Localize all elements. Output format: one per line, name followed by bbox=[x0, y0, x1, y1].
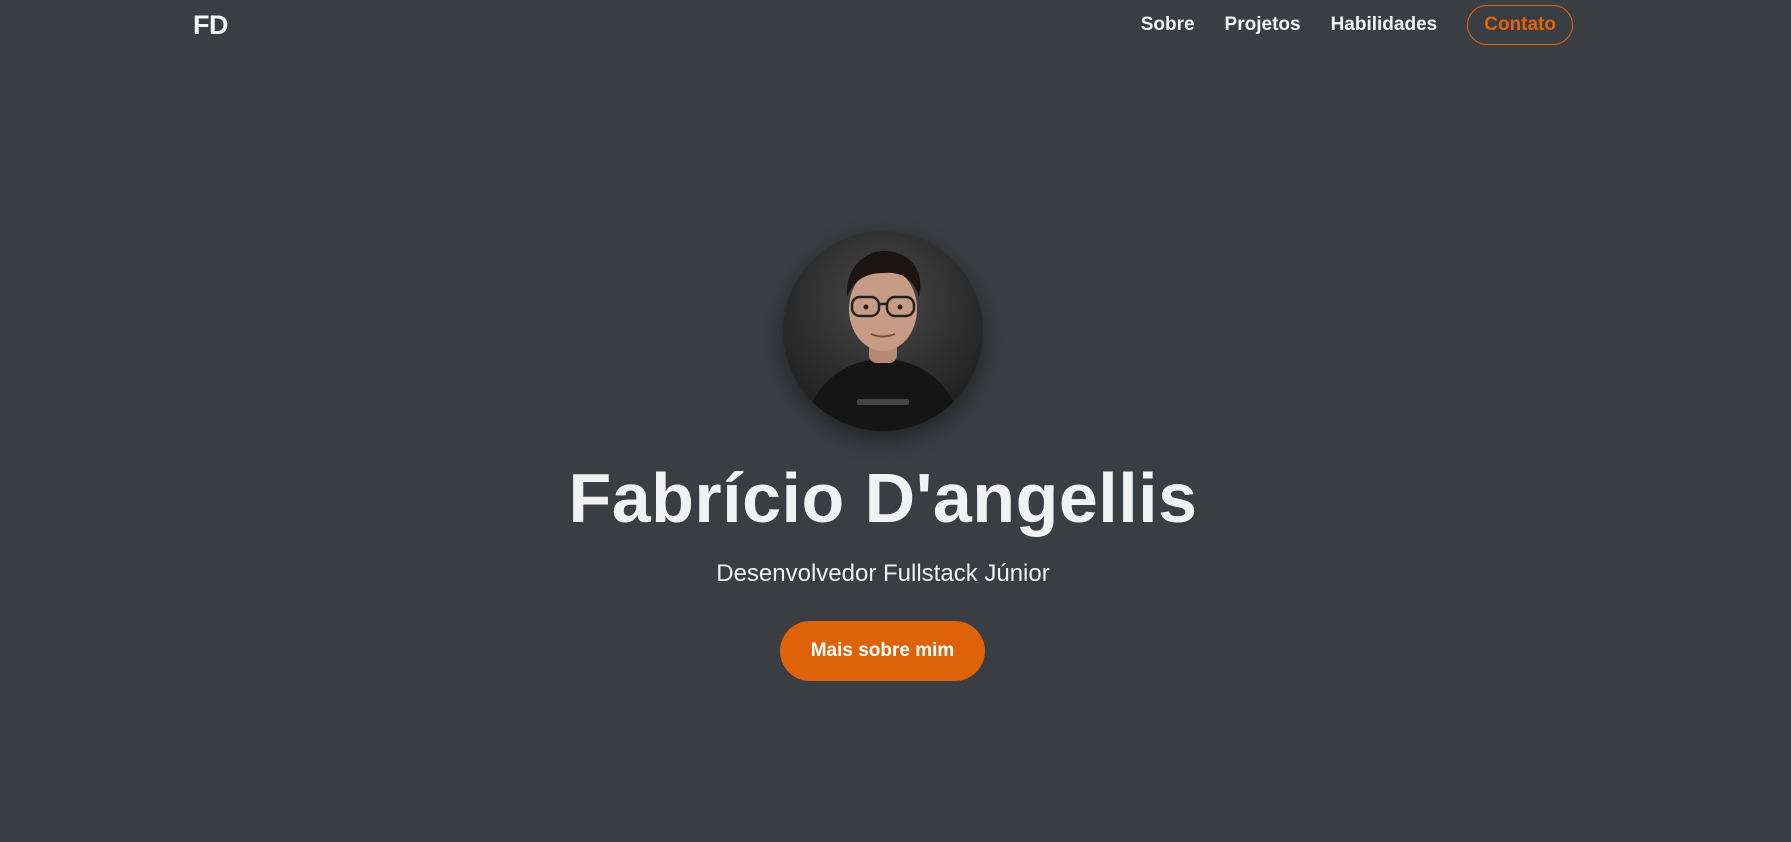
hero-name: Fabrício D'angellis bbox=[568, 459, 1198, 537]
hero-section: Fabrício D'angellis Desenvolvedor Fullst… bbox=[0, 0, 1791, 842]
more-about-me-button[interactable]: Mais sobre mim bbox=[780, 621, 985, 681]
avatar bbox=[783, 231, 983, 431]
profile-photo-icon bbox=[803, 250, 963, 431]
hero-subtitle: Desenvolvedor Fullstack Júnior bbox=[716, 560, 1050, 587]
